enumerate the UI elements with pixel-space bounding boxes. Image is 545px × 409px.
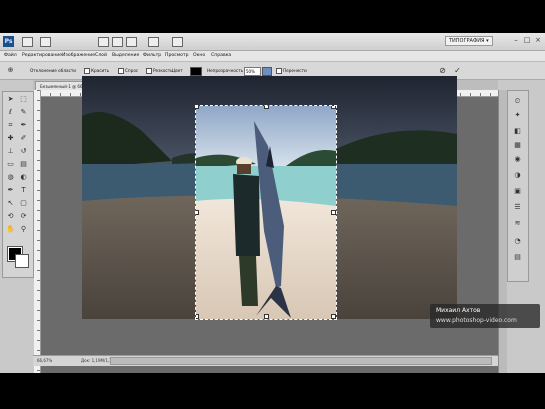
selection-handle-bottom[interactable]: [264, 314, 269, 319]
menu-image[interactable]: Изображение: [62, 53, 95, 58]
screen-mode-icon[interactable]: [172, 37, 183, 47]
rotate-view-icon[interactable]: [126, 37, 137, 47]
crop-tool-icon[interactable]: ⌗: [6, 121, 15, 130]
selection-handle-bottom-left[interactable]: [196, 314, 199, 319]
brush-tool-icon[interactable]: ✐: [19, 134, 28, 143]
selection-handle-left[interactable]: [196, 210, 199, 215]
marquee-tool-icon[interactable]: ⬚: [19, 95, 28, 104]
vertical-ruler: [34, 90, 41, 373]
option-paint-label: Красить: [91, 68, 110, 73]
menu-bar: Файл Редактирование Изображение Слой Выд…: [0, 51, 545, 62]
watermark-author: Михаил Ахтов: [436, 307, 481, 314]
history-panel-icon[interactable]: ⏲: [513, 97, 522, 106]
healing-tool-icon[interactable]: ✚: [6, 134, 15, 143]
watermark: Михаил Ахтов www.photoshop-video.com: [430, 304, 540, 328]
styles-panel-icon[interactable]: ◉: [513, 155, 522, 164]
minibridge-icon[interactable]: [40, 37, 51, 47]
option-paint[interactable]: Красить: [84, 68, 109, 74]
3d-tool-icon[interactable]: ⟲: [6, 212, 15, 221]
shape-tool-icon[interactable]: ▢: [19, 199, 28, 208]
menu-help[interactable]: Справка: [211, 53, 231, 58]
tools-panel: ➤ ⬚ ℓ ✎ ⌗ ✒ ✚ ✐ ⊥ ↺ ▭ ▤ ◍ ◐ ✒ T ↖ ▢ ⟲ ⟳ …: [2, 91, 34, 278]
background-color-swatch[interactable]: [15, 254, 29, 268]
blur-tool-icon[interactable]: ◍: [6, 173, 15, 182]
opacity-field[interactable]: 50%: [244, 67, 261, 76]
zoom-tool-icon[interactable]: ⚲: [19, 225, 28, 234]
history-brush-tool-icon[interactable]: ↺: [19, 147, 28, 156]
opacity-slider-button[interactable]: [262, 67, 272, 76]
menu-window[interactable]: Окно: [193, 53, 205, 58]
selection-handle-top-right[interactable]: [331, 106, 336, 109]
color-panel-icon[interactable]: ◧: [513, 127, 522, 136]
pen-tool-icon[interactable]: ✒: [6, 186, 15, 195]
photoshop-window: Ps ТИПОГРАФИЯ ▾ – □ × Файл Редактировани…: [0, 33, 545, 373]
swatches-panel-icon[interactable]: ▦: [513, 141, 522, 150]
check-icon[interactable]: ✓: [453, 66, 462, 75]
minimize-icon[interactable]: –: [512, 36, 520, 44]
option-demand-label: Спрос: [125, 68, 139, 73]
application-bar: Ps ТИПОГРАФИЯ ▾ – □ ×: [0, 33, 545, 51]
cancel-icon[interactable]: ⊘: [438, 66, 447, 75]
3d-camera-tool-icon[interactable]: ⟳: [19, 212, 28, 221]
maximize-icon[interactable]: □: [523, 36, 531, 44]
channels-panel-icon[interactable]: ≋: [513, 219, 522, 228]
eraser-tool-icon[interactable]: ▭: [6, 160, 15, 169]
zoom-readout[interactable]: 66,67%: [37, 358, 52, 363]
close-icon[interactable]: ×: [534, 36, 542, 44]
navigator-panel-icon[interactable]: ✦: [513, 111, 522, 120]
beach-photo-light: [196, 106, 336, 319]
hand-toolbar-icon[interactable]: [98, 37, 109, 47]
workspace-switcher[interactable]: ТИПОГРАФИЯ ▾: [445, 36, 493, 46]
menu-file[interactable]: Файл: [4, 53, 17, 58]
patch-tool-icon[interactable]: ⊕: [6, 66, 15, 75]
option-label-source: Отклонение области: [30, 68, 77, 73]
paths-panel-icon[interactable]: ◔: [513, 237, 522, 246]
color-swatch[interactable]: [190, 67, 202, 76]
horizontal-scrollbar[interactable]: [110, 357, 492, 365]
option-sharpness-label: Резкость: [153, 68, 173, 73]
option-opacity-label: Непрозрачность: [207, 68, 244, 73]
photoshop-logo: Ps: [3, 36, 14, 47]
menu-view[interactable]: Просмотр: [165, 53, 189, 58]
lasso-tool-icon[interactable]: ℓ: [6, 108, 15, 117]
clone-stamp-tool-icon[interactable]: ⊥: [6, 147, 15, 156]
watermark-url: www.photoshop-video.com: [436, 317, 517, 324]
bridge-icon[interactable]: [22, 37, 33, 47]
dodge-tool-icon[interactable]: ◐: [19, 173, 28, 182]
vertical-scrollbar[interactable]: [498, 90, 507, 373]
selection-handle-top[interactable]: [264, 106, 269, 109]
selection-handle-top-left[interactable]: [196, 106, 199, 109]
adjustments-panel-icon[interactable]: ◑: [513, 171, 522, 180]
patch-selection[interactable]: [195, 105, 337, 320]
masks-panel-icon[interactable]: ▣: [513, 187, 522, 196]
menu-edit[interactable]: Редактирование: [22, 53, 62, 58]
menu-select[interactable]: Выделение: [112, 53, 139, 58]
move-tool-icon[interactable]: ➤: [6, 95, 15, 104]
menu-layer[interactable]: Слой: [95, 53, 107, 58]
option-transfer-label: Перенести: [283, 68, 307, 73]
menu-filter[interactable]: Фильтр: [143, 53, 161, 58]
quick-select-tool-icon[interactable]: ✎: [19, 108, 28, 117]
path-select-tool-icon[interactable]: ↖: [6, 199, 15, 208]
arrange-documents-icon[interactable]: [148, 37, 159, 47]
selection-handle-bottom-right[interactable]: [331, 314, 336, 319]
selection-handle-right[interactable]: [331, 210, 336, 215]
zoom-toolbar-icon[interactable]: [112, 37, 123, 47]
option-demand[interactable]: Спрос: [118, 68, 138, 74]
option-sharpness[interactable]: Резкость: [146, 68, 173, 74]
type-tool-icon[interactable]: T: [19, 186, 28, 195]
option-color-label: Цвет: [172, 68, 183, 73]
brushes-panel-icon[interactable]: ▤: [513, 253, 522, 262]
hand-tool-icon[interactable]: ✋: [6, 225, 15, 234]
gradient-tool-icon[interactable]: ▤: [19, 160, 28, 169]
option-transfer[interactable]: Перенести: [276, 68, 307, 74]
panels-dock: ⏲ ✦ ◧ ▦ ◉ ◑ ▣ ☰ ≋ ◔ ▤: [507, 90, 529, 282]
eyedropper-tool-icon[interactable]: ✒: [19, 121, 28, 130]
layers-panel-icon[interactable]: ☰: [513, 203, 522, 212]
